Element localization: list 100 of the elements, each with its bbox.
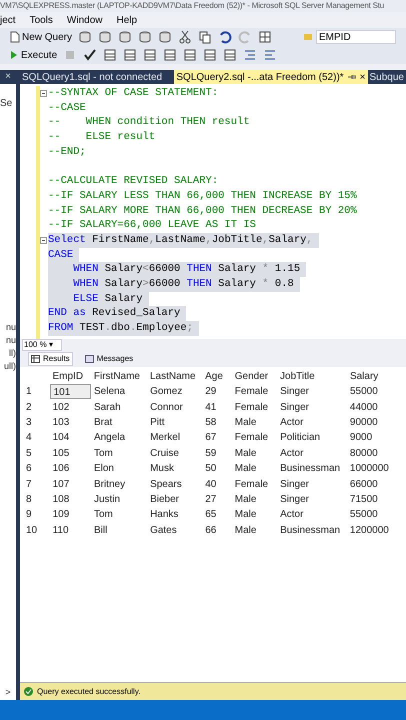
table-cell-text: Gates [149, 524, 178, 538]
column-header[interactable]: Gender [232, 369, 278, 384]
table-cell-text: Connor [149, 400, 184, 415]
tree-item-text: nu [4, 334, 16, 347]
table-cell-text: Actor [279, 508, 304, 522]
menu-item[interactable]: Tools [30, 12, 53, 28]
table-cell-text: Male [234, 446, 258, 461]
menu-item[interactable]: ject [0, 12, 16, 28]
execute-button[interactable]: Execute [10, 48, 58, 62]
pin-icon[interactable] [348, 73, 356, 81]
table-cell-text: Male [234, 508, 258, 522]
undo-icon[interactable] [218, 30, 232, 44]
table-cell-text: Hanks [149, 508, 180, 522]
indent-icon[interactable] [243, 48, 258, 62]
database-icon[interactable] [118, 30, 132, 44]
table-cell-text: Politician [279, 431, 322, 446]
table-cell-text: Actor [279, 446, 304, 461]
table-cell-text: 65 [204, 508, 218, 522]
cut-icon[interactable] [178, 30, 192, 44]
tree-item-text: Se [0, 97, 14, 111]
table-cell-text: Tom [92, 508, 114, 522]
table-cell-text: Gomez [149, 385, 184, 400]
column-header[interactable]: FirstName [90, 369, 147, 384]
tree-item-text: ull) [2, 360, 16, 373]
table-cell-text: Businessman [279, 462, 342, 476]
menu-item[interactable]: Help [116, 12, 138, 28]
results-tab[interactable]: Messages [82, 352, 136, 366]
database-icon[interactable] [78, 30, 92, 44]
column-header[interactable]: EmpID [49, 369, 91, 384]
table-cell-text: 50 [204, 462, 218, 476]
document-tab[interactable]: SQLQuery1.sql - not connected [20, 70, 174, 84]
table-cell-text: 1000000 [348, 462, 390, 476]
status-message: Query executed successfully. [37, 686, 140, 698]
table-cell-text: Spears [149, 478, 183, 492]
tree-item-text: ll) [8, 347, 16, 360]
grid-icon[interactable] [163, 48, 178, 62]
grid-icon[interactable] [123, 48, 138, 62]
grid-icon[interactable] [183, 48, 198, 62]
checkmark-icon[interactable] [83, 48, 98, 62]
find-field[interactable]: EMPID [316, 30, 396, 44]
collapse-icon[interactable] [40, 90, 47, 97]
new-query-button[interactable]: New Query [10, 30, 72, 44]
zoom-dropdown[interactable]: 100 % ▾ [22, 339, 62, 351]
table-cell-text: 67 [204, 431, 218, 446]
table-cell-text: 104 [52, 431, 70, 446]
table-cell-text: Bieber [149, 492, 180, 507]
close-tab-button[interactable]: × [360, 70, 366, 84]
table-cell-text: Female [234, 478, 270, 492]
table-cell-text: 90000 [348, 416, 379, 430]
table-cell-text: Justin [92, 492, 122, 507]
document-tab[interactable]: Subque [368, 70, 406, 84]
row-number: 7 [25, 478, 33, 492]
tree-item-text: nu [4, 321, 16, 334]
grid-icon[interactable] [143, 48, 158, 62]
grid-icon[interactable] [203, 48, 218, 62]
table-cell-text: Britney [92, 478, 126, 492]
row-number: 9 [25, 508, 33, 522]
row-number: 2 [25, 400, 33, 415]
table-cell-text: 110 [52, 524, 70, 538]
column-header[interactable]: LastName [147, 369, 202, 384]
document-tab[interactable]: SQLQuery2.sql -...ata Freedom (52))* × [174, 70, 368, 84]
database-icon[interactable] [98, 30, 112, 44]
table-cell-text: 58 [204, 416, 218, 430]
row-number: 3 [25, 416, 33, 430]
grid-icon[interactable] [223, 48, 238, 62]
table-cell-text: Actor [279, 416, 304, 430]
grid-icon[interactable] [258, 30, 272, 44]
table-cell-text: Female [234, 400, 270, 415]
play-icon [10, 50, 18, 60]
outdent-icon[interactable] [263, 48, 278, 62]
table-cell-text: Singer [279, 478, 310, 492]
column-header[interactable]: JobTitle [277, 369, 347, 384]
grid-icon[interactable] [103, 48, 118, 62]
column-header[interactable]: Age [202, 369, 232, 384]
column-header[interactable]: Salary [346, 369, 406, 384]
message-icon [84, 355, 94, 363]
table-cell-text: 55000 [348, 385, 379, 400]
collapse-icon[interactable] [40, 236, 47, 244]
menu-item[interactable]: Window [66, 12, 102, 28]
table-cell-text: Selena [92, 385, 126, 400]
copy-icon[interactable] [198, 30, 212, 44]
results-tab[interactable]: Results [28, 352, 73, 366]
database-icon[interactable] [138, 30, 152, 44]
table-cell-text: 71500 [348, 492, 379, 507]
table-cell-text: Singer [279, 492, 310, 507]
row-number: 6 [25, 462, 33, 476]
database-icon[interactable] [158, 30, 172, 44]
table-cell-text: 41 [204, 400, 218, 415]
table-cell-text: 109 [52, 508, 70, 522]
close-icon[interactable]: × [0, 70, 16, 84]
table-cell-text: 102 [52, 400, 70, 415]
scroll-arrow[interactable]: > [0, 684, 16, 700]
table-cell-text: 29 [204, 385, 218, 400]
table-cell-text: 59 [204, 446, 218, 461]
table-cell-text: Musk [149, 462, 175, 476]
grid-icon [31, 355, 40, 363]
table-cell-text: Male [234, 462, 258, 476]
table-cell-text: Male [234, 492, 258, 507]
table-cell-text: 107 [52, 478, 70, 492]
table-cell-text: Tom [92, 446, 114, 461]
